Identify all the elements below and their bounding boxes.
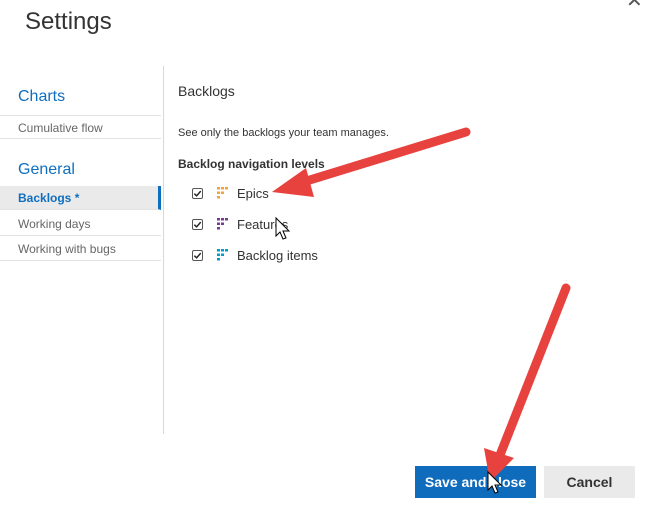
content-description: See only the backlogs your team manages. xyxy=(178,127,389,139)
settings-sidebar: Charts Cumulative flow General Backlogs … xyxy=(0,66,164,434)
sidebar-item-backlogs[interactable]: Backlogs * xyxy=(0,186,161,210)
content-title: Backlogs xyxy=(178,83,235,99)
levels-heading: Backlog navigation levels xyxy=(178,157,325,171)
features-checkbox[interactable] xyxy=(192,218,203,230)
sidebar-item-cumulative-flow[interactable]: Cumulative flow xyxy=(0,115,161,139)
check-icon xyxy=(193,221,202,228)
sidebar-item-working-with-bugs[interactable]: Working with bugs xyxy=(0,237,161,261)
level-label-epics: Epics xyxy=(237,185,269,201)
level-row-backlog-items[interactable]: Backlog items xyxy=(192,246,318,264)
level-row-features[interactable]: Features xyxy=(192,215,288,233)
check-icon xyxy=(193,252,202,259)
sidebar-item-working-days[interactable]: Working days xyxy=(0,212,161,236)
level-row-epics[interactable]: Epics xyxy=(192,184,269,202)
cancel-button[interactable]: Cancel xyxy=(544,466,635,498)
close-icon[interactable]: ✕ xyxy=(626,0,643,13)
epics-checkbox[interactable] xyxy=(192,187,203,199)
feature-icon xyxy=(217,218,228,230)
level-label-features: Features xyxy=(237,216,289,232)
settings-dialog: Settings ✕ Charts Cumulative flow Genera… xyxy=(0,0,652,523)
save-and-close-button[interactable]: Save and close xyxy=(415,466,536,498)
sidebar-section-charts: Charts xyxy=(18,88,66,105)
level-label-backlog-items: Backlog items xyxy=(237,247,318,263)
dialog-title: Settings xyxy=(25,8,112,35)
backlog-items-checkbox[interactable] xyxy=(192,249,203,261)
sidebar-section-general: General xyxy=(18,161,75,178)
epic-icon xyxy=(217,187,228,199)
backlog-item-icon xyxy=(217,249,228,261)
check-icon xyxy=(193,190,202,197)
